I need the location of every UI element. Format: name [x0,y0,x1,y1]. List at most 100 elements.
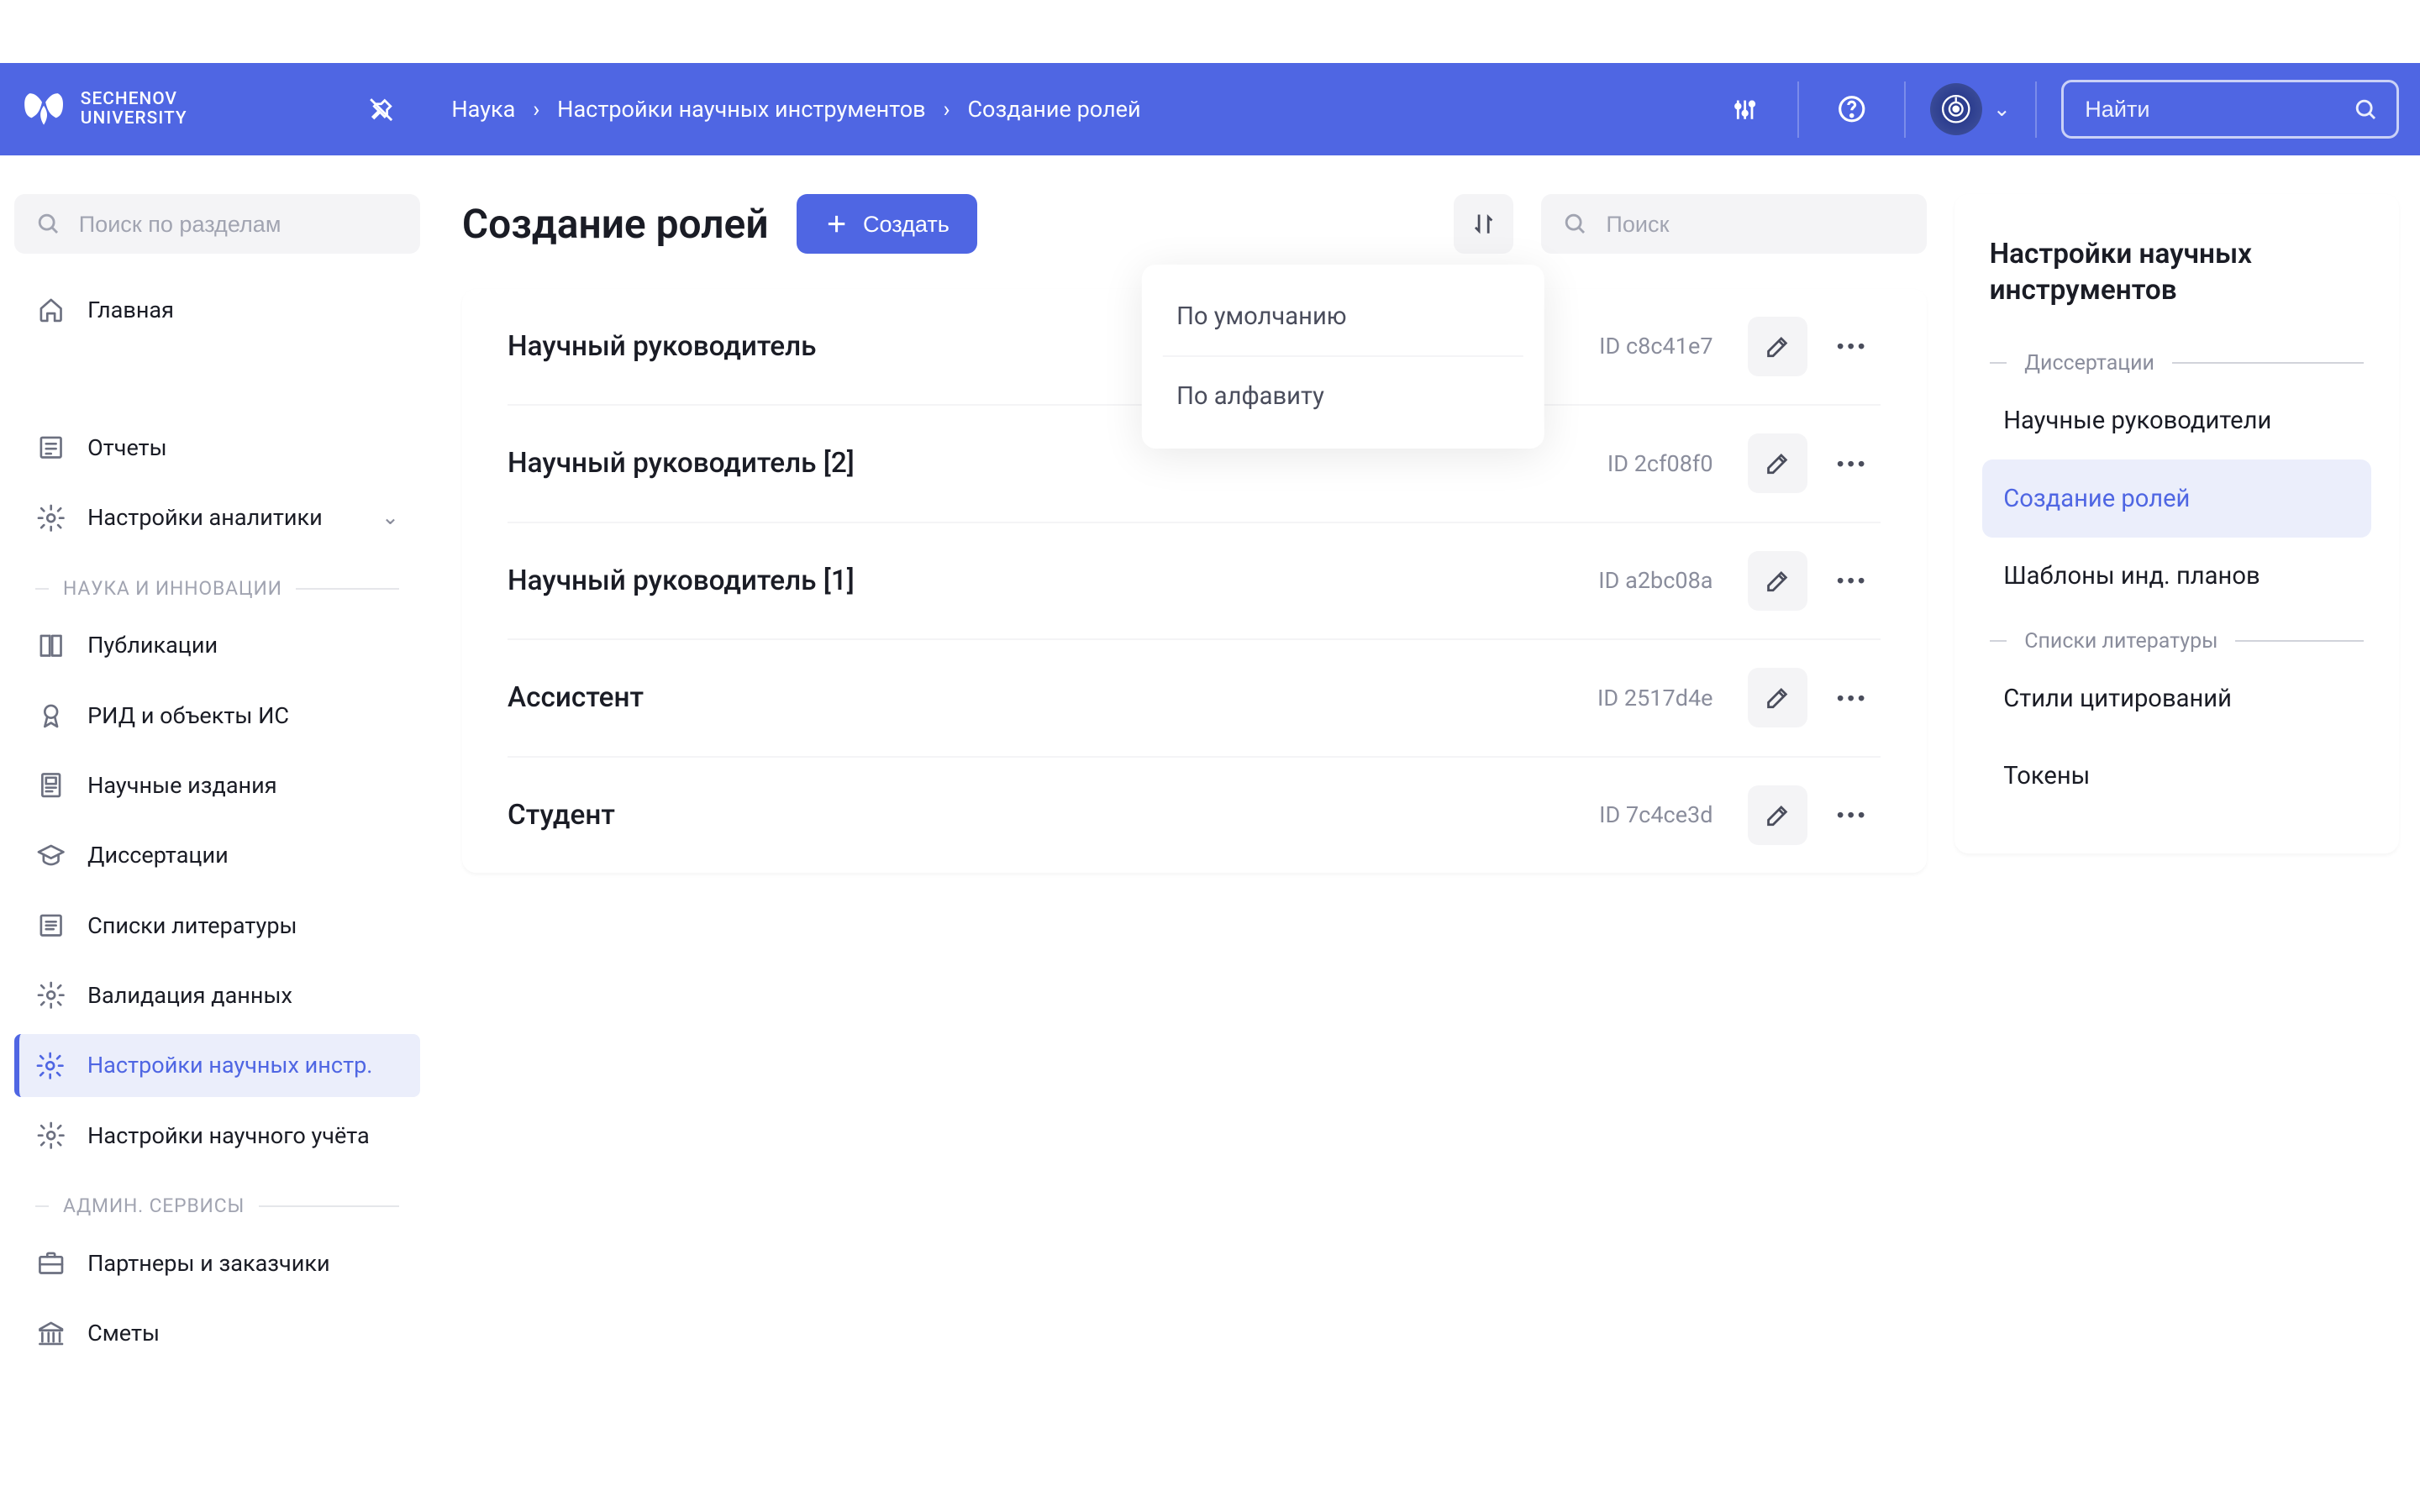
chevron-right-icon: › [943,96,950,123]
gear-icon [34,1050,66,1081]
sidebar-item[interactable]: РИД и объекты ИС [14,684,420,747]
role-name: Ассистент [508,681,1597,714]
panel-item[interactable]: Стили цитирований [1982,660,2370,738]
logo-text: SECHENOV UNIVERSITY [81,90,187,129]
journal-icon [35,769,66,801]
sidebar-item[interactable]: Главная [14,278,420,341]
sidebar-item-label: Настройки аналитики [87,504,323,531]
role-name: Научный руководитель [2] [508,447,1607,480]
sidebar-item[interactable]: Публикации [14,614,420,677]
edit-button[interactable] [1748,785,1807,845]
edit-button[interactable] [1748,317,1807,376]
avatar [1930,83,1982,135]
sidebar-item-label: Сметы [87,1320,160,1347]
global-search-input[interactable] [2081,94,2338,124]
role-id: ID c8c41e7 [1599,333,1712,360]
sidebar-item[interactable]: Сметы [14,1301,420,1364]
create-button[interactable]: Создать [797,194,977,254]
panel-section-label: Диссертации [1982,337,2370,382]
global-search[interactable] [2061,80,2399,139]
role-row: АссистентID 2517d4e [508,640,1881,757]
role-name: Научный руководитель [1] [508,564,1598,597]
report-icon [35,432,66,463]
sidebar-item[interactable]: Партнеры и заказчики [14,1231,420,1294]
sidebar-item[interactable]: Валидация данных [14,963,420,1026]
panel-item[interactable]: Шаблоны инд. планов [1982,538,2370,615]
bank-icon [35,1317,66,1348]
sidebar-item-label: Настройки научного учёта [87,1122,370,1149]
settings-sliders-button[interactable] [1717,81,1773,138]
sidebar-search[interactable] [14,194,420,254]
sidebar-item-label: Главная [87,297,174,323]
more-button[interactable] [1822,785,1881,845]
breadcrumb: Наука › Настройки научных инструментов ›… [451,96,1140,123]
more-button[interactable] [1822,551,1881,611]
breadcrumb-item[interactable]: Создание ролей [967,96,1140,123]
right-panel: Настройки научных инструментов Диссертац… [1954,155,2420,1511]
role-id: ID 7c4ce3d [1599,801,1712,828]
sort-option-default[interactable]: По умолчанию [1162,278,1523,357]
role-id: ID a2bc08a [1598,567,1712,594]
logo-icon [21,90,66,129]
sidebar-item-label: Списки литературы [87,912,297,939]
more-button[interactable] [1822,668,1881,727]
sidebar-search-input[interactable] [76,209,399,239]
sidebar-item[interactable]: Списки литературы [14,894,420,957]
gear-icon [35,1120,66,1151]
page-title: Создание ролей [462,201,769,248]
logo[interactable]: SECHENOV UNIVERSITY [21,90,371,129]
sidebar-item[interactable]: Настройки аналитики ⌄ [14,486,420,549]
right-panel-title: Настройки научных инструментов [1982,236,2370,309]
chevron-right-icon: › [533,96,539,123]
list-icon [35,910,66,941]
panel-item[interactable]: Токены [1982,738,2370,815]
briefcase-icon [35,1247,66,1278]
search-icon [1562,211,1588,237]
pin-toggle[interactable] [360,88,402,130]
sidebar-item-label: Научные издания [87,772,277,799]
sort-button[interactable]: По умолчанию По алфавиту [1454,194,1513,254]
gear-icon [35,979,66,1011]
role-row: Научный руководитель [1]ID a2bc08a [508,523,1881,640]
sidebar-section-label: НАУКА И ИННОВАЦИИ [14,556,420,614]
sidebar-item-label: Валидация данных [87,982,292,1009]
sidebar-item-label: Настройки научных инстр. [87,1052,373,1079]
sidebar-item-label: РИД и объекты ИС [87,702,289,729]
search-icon [2353,97,2379,123]
sort-option-alpha[interactable]: По алфавиту [1162,357,1523,434]
sidebar-item[interactable]: Диссертации [14,824,420,887]
help-button[interactable] [1823,81,1880,138]
search-icon [35,211,61,237]
main-content: Создание ролей Создать По умолчанию По а… [434,155,1954,1511]
sort-popover: По умолчанию По алфавиту [1141,265,1544,449]
edit-button[interactable] [1748,668,1807,727]
more-button[interactable] [1822,317,1881,376]
breadcrumb-item[interactable]: Настройки научных инструментов [557,96,925,123]
chevron-down-icon: ⌄ [1993,97,2011,122]
more-button[interactable] [1822,433,1881,493]
sidebar-item[interactable]: Отчеты [14,417,420,480]
role-name: Студент [508,799,1599,832]
role-row: СтудентID 7c4ce3d [508,758,1881,873]
edit-button[interactable] [1748,551,1807,611]
panel-item[interactable]: Создание ролей [1982,459,2370,537]
sidebar-item-label: Публикации [87,632,218,659]
content-search[interactable] [1541,194,1926,254]
sidebar-item[interactable]: Настройки научных инстр. [14,1034,420,1097]
panel-item[interactable]: Научные руководители [1982,382,2370,459]
award-icon [35,700,66,731]
role-id: ID 2cf08f0 [1607,450,1713,477]
sidebar-item[interactable]: Настройки научного учёта [14,1104,420,1167]
edit-button[interactable] [1748,433,1807,493]
plus-icon [824,212,849,236]
panel-section-label: Списки литературы [1982,615,2370,660]
user-menu[interactable]: ⌄ [1930,83,2011,135]
sidebar-item[interactable]: Научные издания [14,754,420,817]
topbar: SECHENOV UNIVERSITY Наука › Настройки на… [0,63,2420,155]
create-button-label: Создать [863,211,950,238]
breadcrumb-item[interactable]: Наука [451,96,515,123]
sidebar-item-label: Отчеты [87,434,167,461]
content-search-input[interactable] [1602,209,1905,239]
sidebar-item-label: Партнеры и заказчики [87,1250,330,1277]
chevron-down-icon: ⌄ [381,505,399,530]
